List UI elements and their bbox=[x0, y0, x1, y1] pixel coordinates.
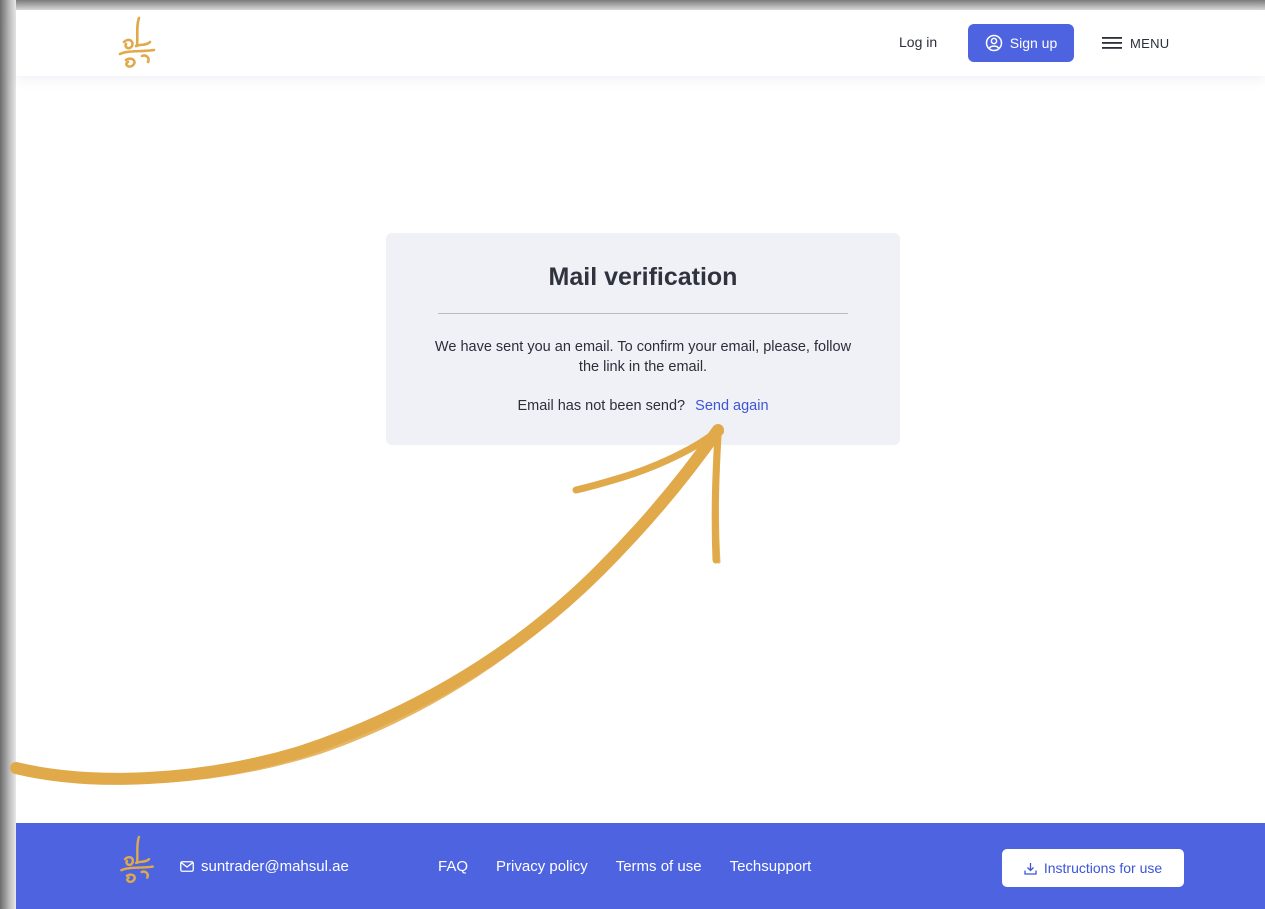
footer-email-link[interactable]: suntrader@mahsul.ae bbox=[180, 858, 349, 875]
logo-icon[interactable] bbox=[112, 16, 164, 72]
window-frame-top bbox=[0, 0, 1265, 10]
download-icon bbox=[1024, 862, 1037, 875]
signup-button[interactable]: Sign up bbox=[968, 24, 1074, 62]
footer-link-privacy-policy[interactable]: Privacy policy bbox=[496, 858, 588, 875]
mail-icon bbox=[180, 861, 194, 872]
hamburger-icon bbox=[1102, 37, 1122, 49]
menu-button[interactable]: MENU bbox=[1102, 32, 1169, 54]
card-title: Mail verification bbox=[548, 263, 738, 291]
page: Log in Sign up MENU Mail verification We… bbox=[16, 10, 1265, 909]
site-footer: suntrader@mahsul.ae FAQ Privacy policy T… bbox=[16, 823, 1265, 909]
instructions-button[interactable]: Instructions for use bbox=[1002, 849, 1184, 887]
resend-prompt: Email has not been send? bbox=[517, 398, 686, 414]
footer-logo-icon[interactable] bbox=[114, 833, 162, 889]
verification-message: We have sent you an email. To confirm yo… bbox=[434, 339, 852, 375]
menu-label: MENU bbox=[1130, 35, 1170, 51]
footer-email-text: suntrader@mahsul.ae bbox=[201, 858, 349, 875]
footer-links: FAQ Privacy policy Terms of use Techsupp… bbox=[438, 858, 811, 875]
login-link[interactable]: Log in bbox=[899, 34, 937, 50]
instructions-label: Instructions for use bbox=[1043, 860, 1163, 876]
resend-row: Email has not been send? Send again bbox=[386, 398, 900, 414]
signup-label: Sign up bbox=[1009, 35, 1058, 51]
footer-link-faq[interactable]: FAQ bbox=[438, 858, 468, 875]
divider bbox=[438, 313, 848, 314]
verification-card: Mail verification We have sent you an em… bbox=[386, 233, 900, 445]
send-again-link[interactable]: Send again bbox=[695, 398, 768, 414]
site-header: Log in Sign up MENU bbox=[16, 10, 1265, 76]
footer-link-techsupport[interactable]: Techsupport bbox=[730, 858, 812, 875]
user-circle-icon bbox=[985, 34, 1002, 52]
window-frame-left bbox=[0, 0, 16, 909]
footer-link-terms-of-use[interactable]: Terms of use bbox=[616, 858, 702, 875]
